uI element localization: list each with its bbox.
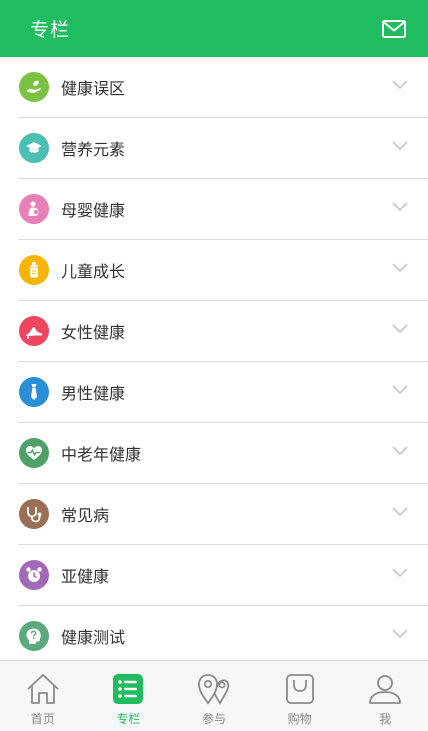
category-row-health-test[interactable]: 健康测试 <box>18 606 428 660</box>
graduation-cap-icon <box>19 133 49 163</box>
chevron-down-icon <box>392 446 408 456</box>
high-heel-icon <box>19 316 49 346</box>
tab-label: 我 <box>379 712 392 726</box>
tab-home[interactable]: 首页 <box>0 661 86 731</box>
category-label: 营养元素 <box>61 140 126 159</box>
user-icon <box>369 675 402 704</box>
category-label: 儿童成长 <box>61 262 126 281</box>
tab-me[interactable]: 我 <box>342 661 428 731</box>
chevron-down-icon <box>392 629 408 639</box>
bottom-tab-bar: 首页 专栏 参与 购物 我 <box>0 660 428 731</box>
shopping-bag-icon <box>285 674 314 704</box>
category-list: 健康误区 营养元素 母婴健康 儿童成长 女性健康 男性健康 中老年健康 常见病 … <box>0 57 428 660</box>
category-row-health-myths[interactable]: 健康误区 <box>18 57 428 118</box>
chevron-down-icon <box>392 202 408 212</box>
category-row-child-growth[interactable]: 儿童成长 <box>18 240 428 301</box>
category-row-maternal-infant[interactable]: 母婴健康 <box>18 179 428 240</box>
stethoscope-icon <box>19 499 49 529</box>
category-label: 常见病 <box>61 506 110 525</box>
tab-participate[interactable]: 参与 <box>171 661 257 731</box>
category-label: 亚健康 <box>61 567 110 586</box>
map-pins-icon <box>198 674 230 705</box>
category-row-common-diseases[interactable]: 常见病 <box>18 484 428 545</box>
category-label: 女性健康 <box>61 323 126 342</box>
tab-columns[interactable]: 专栏 <box>86 661 172 731</box>
chevron-down-icon <box>392 141 408 151</box>
category-label: 男性健康 <box>61 384 126 403</box>
category-label: 健康测试 <box>61 628 126 647</box>
chevron-down-icon <box>392 507 408 517</box>
tab-label: 专栏 <box>116 712 141 726</box>
category-label: 中老年健康 <box>61 445 142 464</box>
tab-label: 首页 <box>30 712 55 726</box>
category-label: 健康误区 <box>61 79 126 98</box>
app-header: 专栏 <box>0 0 428 57</box>
mother-baby-icon <box>19 194 49 224</box>
tab-label: 参与 <box>201 712 226 726</box>
alarm-clock-icon <box>19 560 49 590</box>
chevron-down-icon <box>392 324 408 334</box>
category-row-men-health[interactable]: 男性健康 <box>18 362 428 423</box>
home-icon <box>27 674 59 704</box>
category-row-women-health[interactable]: 女性健康 <box>18 301 428 362</box>
necktie-icon <box>19 377 49 407</box>
chevron-down-icon <box>392 385 408 395</box>
baby-bottle-icon <box>19 255 49 285</box>
hand-leaf-icon <box>19 72 49 102</box>
mail-icon[interactable] <box>382 19 406 38</box>
category-row-nutrition[interactable]: 营养元素 <box>18 118 428 179</box>
chevron-down-icon <box>392 263 408 273</box>
heart-pulse-icon <box>19 438 49 468</box>
page-title: 专栏 <box>30 19 71 41</box>
question-head-icon <box>19 621 49 651</box>
category-row-sub-health[interactable]: 亚健康 <box>18 545 428 606</box>
chevron-down-icon <box>392 80 408 90</box>
tab-shopping[interactable]: 购物 <box>257 661 343 731</box>
category-label: 母婴健康 <box>61 201 126 220</box>
category-row-elderly-health[interactable]: 中老年健康 <box>18 423 428 484</box>
tab-label: 购物 <box>287 712 312 726</box>
list-icon <box>113 674 144 704</box>
chevron-down-icon <box>392 568 408 578</box>
